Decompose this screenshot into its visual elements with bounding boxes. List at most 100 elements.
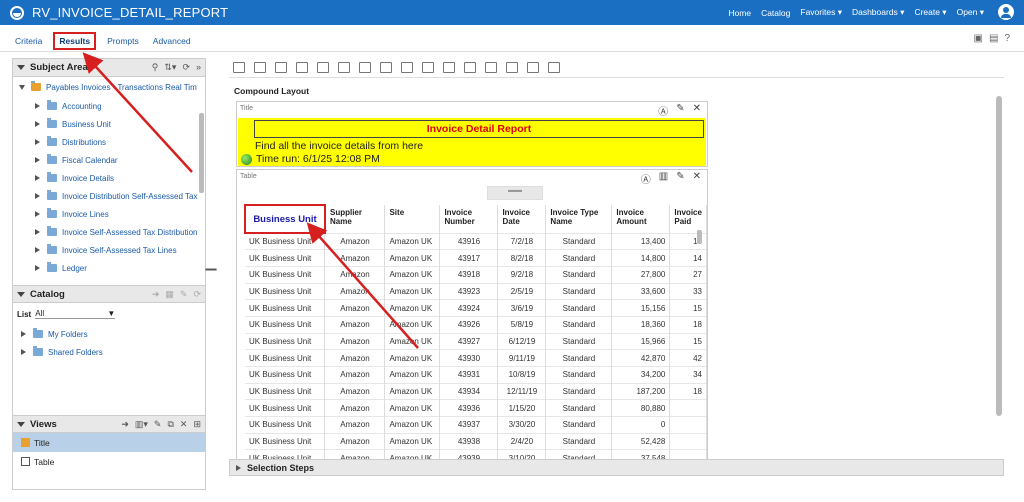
nav-open[interactable]: Open ▾: [957, 7, 984, 18]
splitter-handle[interactable]: ▪▪▪▪▪▪: [205, 265, 229, 275]
nav-dashboards[interactable]: Dashboards ▾: [852, 7, 904, 18]
collapse-icon[interactable]: [17, 291, 25, 297]
delete-icon[interactable]: ✕: [180, 419, 188, 430]
views-header[interactable]: Views ➜ ▥▾ ✎ ⧉ ✕ ⊞: [13, 415, 205, 433]
expand-arrow-icon[interactable]: [35, 103, 40, 109]
expanded-icon[interactable]: [19, 84, 25, 90]
expand-arrow-icon[interactable]: [21, 349, 26, 355]
column-header-site[interactable]: Site: [384, 205, 441, 233]
duplicate-icon[interactable]: ⧉: [167, 419, 173, 430]
column-header-invoice-paid[interactable]: Invoice Paid: [669, 205, 707, 233]
tree-item[interactable]: Fiscal Calendar: [13, 151, 205, 169]
save-icon[interactable]: ▣: [974, 33, 983, 44]
search-icon[interactable]: ⚲: [152, 62, 159, 73]
properties-icon[interactable]: ▦: [165, 289, 174, 300]
help-icon[interactable]: ?: [1004, 33, 1010, 44]
selection-steps-bar[interactable]: Selection Steps: [229, 459, 1004, 476]
edit-icon[interactable]: ✎: [154, 419, 162, 430]
table-scrollbar[interactable]: [697, 230, 702, 244]
column-header-invoice-number[interactable]: Invoice Number: [439, 205, 499, 233]
edit-icon[interactable]: ✎: [180, 289, 188, 300]
tree-item[interactable]: Invoice Self-Assessed Tax Lines: [13, 241, 205, 259]
tree-item[interactable]: Invoice Self-Assessed Tax Distribution: [13, 223, 205, 241]
page-icon[interactable]: [506, 62, 518, 73]
layout-icon[interactable]: [527, 62, 539, 73]
tab-prompts[interactable]: Prompts: [104, 34, 142, 48]
export-icon[interactable]: [254, 62, 266, 73]
user-avatar-icon[interactable]: [998, 4, 1014, 20]
add-icon[interactable]: ➜: [152, 289, 160, 300]
refresh-icon[interactable]: ⟳: [182, 62, 190, 73]
tree-item[interactable]: Business Unit: [13, 115, 205, 133]
expand-arrow-icon[interactable]: [236, 464, 241, 471]
tree-item[interactable]: Ledger: [13, 259, 205, 277]
view-item-table[interactable]: Table: [13, 452, 205, 471]
data-icon[interactable]: [275, 62, 287, 73]
nav-favorites[interactable]: Favorites ▾: [800, 7, 842, 18]
filter-icon[interactable]: [380, 62, 392, 73]
copy-icon[interactable]: [296, 62, 308, 73]
new-view-icon[interactable]: [359, 62, 371, 73]
column-header-business-unit[interactable]: Business Unit: [244, 204, 326, 234]
expand-arrow-icon[interactable]: [35, 121, 40, 127]
properties-icon[interactable]: [548, 62, 560, 73]
image-icon[interactable]: [464, 62, 476, 73]
tree-item[interactable]: Invoice Distribution Self-Assessed Tax: [13, 187, 205, 205]
catalog-item[interactable]: Shared Folders: [17, 343, 201, 361]
list-select[interactable]: All ▼: [35, 309, 116, 319]
drag-handle[interactable]: ▬▬: [487, 186, 543, 200]
catalog-header[interactable]: Catalog ➜ ▦ ✎ ⟳: [13, 285, 205, 303]
refresh-icon[interactable]: ⟳: [193, 289, 201, 300]
tree-item[interactable]: Invoice Details: [13, 169, 205, 187]
tree-item[interactable]: Invoice Lines: [13, 205, 205, 223]
column-header-supplier-name[interactable]: Supplier Name: [324, 205, 386, 233]
catalog-item[interactable]: My Folders: [17, 325, 201, 343]
expand-arrow-icon[interactable]: [35, 175, 40, 181]
nav-create[interactable]: Create ▾: [914, 7, 946, 18]
format-icon[interactable]: Ⓐ: [658, 103, 668, 118]
column-header-invoice-type[interactable]: Invoice Type Name: [545, 205, 613, 233]
tab-advanced[interactable]: Advanced: [150, 34, 194, 48]
tree-item[interactable]: Accounting: [13, 97, 205, 115]
expand-arrow-icon[interactable]: [35, 247, 40, 253]
expand-arrow-icon[interactable]: [35, 211, 40, 217]
sort-icon[interactable]: ⇅▾: [164, 62, 176, 73]
page-scrollbar[interactable]: [996, 96, 1002, 416]
textbox-icon[interactable]: [443, 62, 455, 73]
expand-arrow-icon[interactable]: [35, 157, 40, 163]
nav-home[interactable]: Home: [728, 8, 751, 18]
column-header-invoice-amount[interactable]: Invoice Amount: [611, 205, 671, 233]
column-header-invoice-date[interactable]: Invoice Date: [497, 205, 547, 233]
subject-areas-header[interactable]: Subject Areas ⚲ ⇅▾ ⟳ »: [13, 59, 205, 77]
tree-item[interactable]: Distributions: [13, 133, 205, 151]
expand-arrow-icon[interactable]: [35, 193, 40, 199]
close-icon[interactable]: ✕: [693, 103, 701, 118]
expand-arrow-icon[interactable]: [35, 139, 40, 145]
refresh-icon[interactable]: [317, 62, 329, 73]
subject-areas-scrollbar[interactable]: [199, 113, 204, 193]
edit-icon[interactable]: ✎: [676, 171, 684, 186]
tree-root[interactable]: Payables Invoices - Transactions Real Ti…: [13, 77, 205, 97]
view-item-title[interactable]: Title: [13, 433, 205, 452]
print-icon[interactable]: [233, 62, 245, 73]
collapse-icon[interactable]: [17, 421, 25, 427]
collapse-icon[interactable]: [17, 65, 25, 70]
add-view-icon[interactable]: ➜: [121, 419, 129, 430]
tab-results[interactable]: Results: [53, 32, 97, 50]
view-toggle-icon[interactable]: ▥: [659, 171, 668, 186]
selection-icon[interactable]: [422, 62, 434, 73]
email-icon[interactable]: [338, 62, 350, 73]
expand-arrow-icon[interactable]: [35, 229, 40, 235]
expand-arrow-icon[interactable]: [21, 331, 26, 337]
edit-icon[interactable]: ✎: [676, 103, 684, 118]
nav-catalog[interactable]: Catalog: [761, 8, 790, 18]
prompt-icon[interactable]: [485, 62, 497, 73]
new-view-icon[interactable]: ▥▾: [135, 419, 148, 430]
sort-icon[interactable]: [401, 62, 413, 73]
save-as-icon[interactable]: ▤: [989, 33, 998, 44]
expand-icon[interactable]: »: [196, 62, 201, 73]
tab-criteria[interactable]: Criteria: [12, 34, 45, 48]
rename-icon[interactable]: ⊞: [193, 419, 201, 430]
expand-arrow-icon[interactable]: [35, 265, 40, 271]
format-icon[interactable]: Ⓐ: [641, 171, 651, 186]
